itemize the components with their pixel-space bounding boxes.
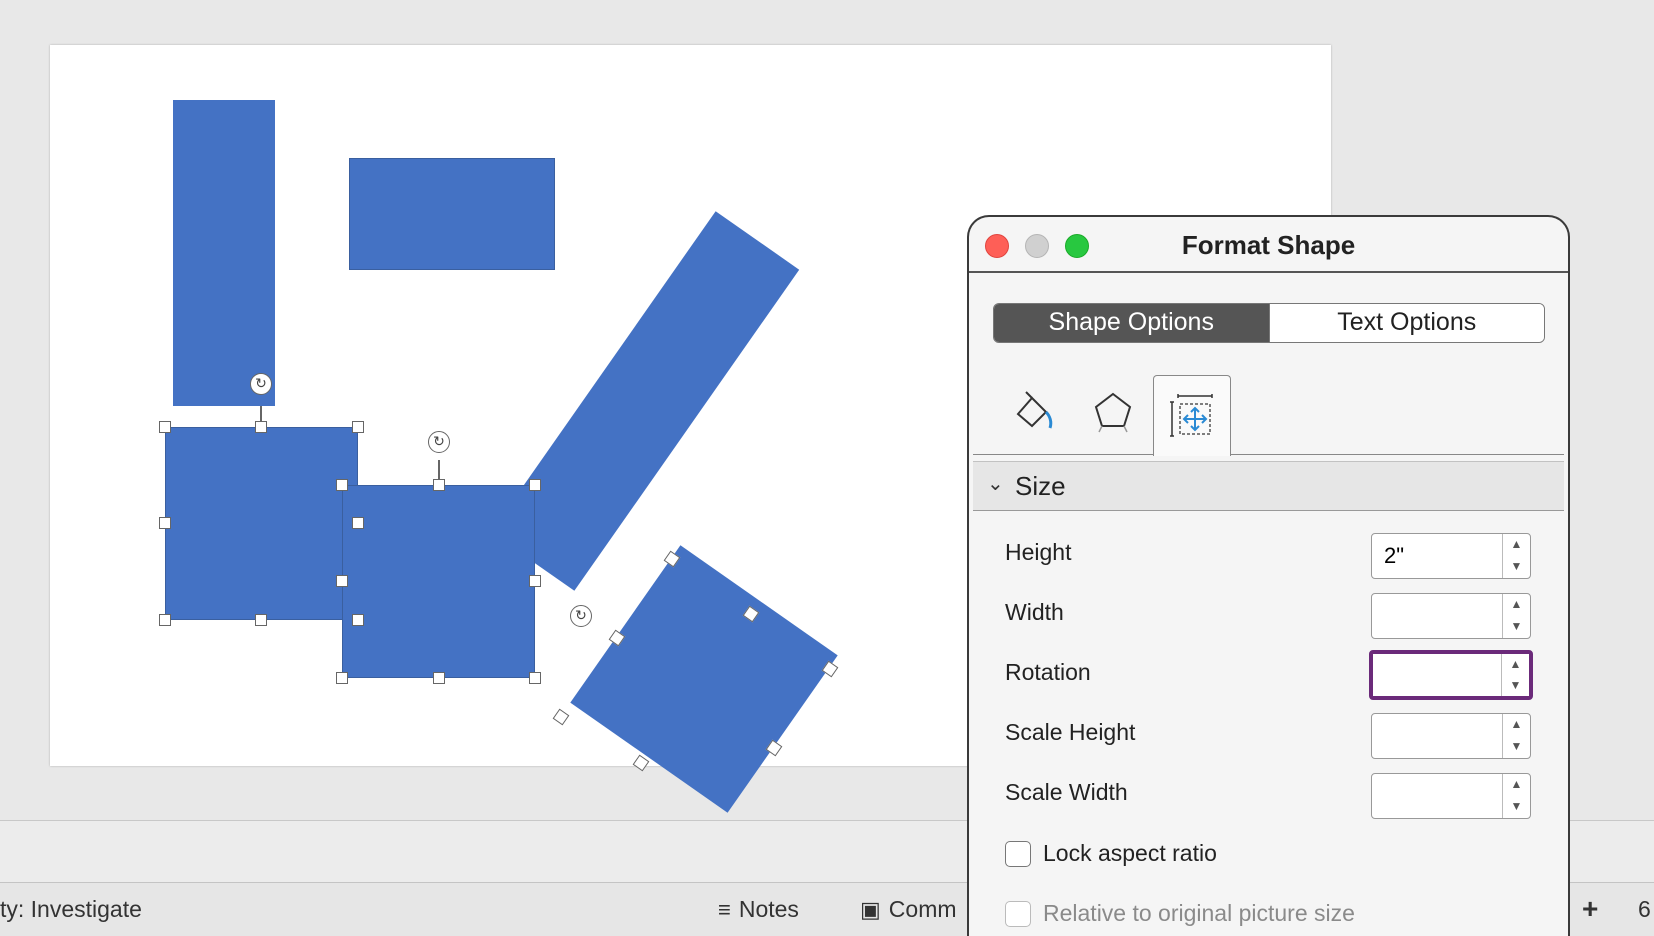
height-label: Height xyxy=(1005,539,1072,565)
tab-shape-options[interactable]: Shape Options xyxy=(994,304,1269,342)
relative-original-checkbox xyxy=(1005,900,1031,927)
shape-wide-rectangle[interactable] xyxy=(349,158,555,270)
options-segmented-control: Shape Options Text Options xyxy=(993,303,1545,343)
resize-handle[interactable] xyxy=(336,672,348,684)
width-stepper-arrows: ▲ ▼ xyxy=(1502,594,1530,638)
resize-handle[interactable] xyxy=(352,421,364,433)
resize-handle[interactable] xyxy=(255,614,267,626)
resize-handle[interactable] xyxy=(352,517,364,529)
accessibility-status[interactable]: ty: Investigate xyxy=(0,896,142,923)
rotate-handle-icon[interactable]: ↻ xyxy=(250,373,272,395)
rotation-field[interactable] xyxy=(1373,654,1500,696)
shape-selected-square-2[interactable] xyxy=(342,485,535,678)
decrement-icon[interactable]: ▼ xyxy=(1503,796,1530,818)
scale-height-field[interactable] xyxy=(1372,714,1499,758)
resize-handle[interactable] xyxy=(336,575,348,587)
section-title: Size xyxy=(1015,471,1066,501)
rotate-handle-icon[interactable]: ↻ xyxy=(428,431,450,453)
zoom-in-button[interactable]: + xyxy=(1582,893,1598,925)
notes-icon: ≡ xyxy=(718,896,731,922)
lock-aspect-ratio-label[interactable]: Lock aspect ratio xyxy=(1043,840,1217,867)
lock-aspect-ratio-checkbox[interactable] xyxy=(1005,840,1031,867)
scale-height-stepper-arrows: ▲ ▼ xyxy=(1502,714,1530,758)
decrement-icon[interactable]: ▼ xyxy=(1503,556,1530,578)
comment-icon: ▣ xyxy=(860,896,881,922)
scale-width-stepper: ▲ ▼ xyxy=(1371,773,1531,819)
resize-handle[interactable] xyxy=(529,672,541,684)
width-field[interactable] xyxy=(1372,594,1499,638)
divider xyxy=(973,453,1564,455)
increment-icon[interactable]: ▲ xyxy=(1503,714,1530,736)
resize-handle[interactable] xyxy=(255,421,267,433)
resize-handle[interactable] xyxy=(159,517,171,529)
effects-pentagon-icon[interactable] xyxy=(1085,383,1141,439)
decrement-icon[interactable]: ▼ xyxy=(1503,616,1530,638)
height-stepper: ▲ ▼ xyxy=(1371,533,1531,579)
shape-tall-rectangle[interactable] xyxy=(173,100,275,406)
height-field[interactable] xyxy=(1372,534,1499,578)
panel-title: Format Shape xyxy=(1181,230,1356,260)
increment-icon[interactable]: ▲ xyxy=(1502,654,1529,675)
fill-line-icon[interactable] xyxy=(1007,383,1063,439)
rotation-stepper: ▲ ▼ xyxy=(1369,650,1533,700)
category-icon-tabs xyxy=(969,375,1568,456)
panel-titlebar[interactable]: Format Shape xyxy=(969,217,1568,273)
relative-original-label: Relative to original picture size xyxy=(1043,900,1355,926)
shape-selected-square-1[interactable] xyxy=(165,427,358,620)
width-label: Width xyxy=(1005,599,1064,625)
increment-icon[interactable]: ▲ xyxy=(1503,594,1530,616)
lock-aspect-ratio-row: Lock aspect ratio xyxy=(1005,840,1217,867)
relative-original-row: Relative to original picture size xyxy=(1005,900,1355,927)
rotation-stepper-arrows: ▲ ▼ xyxy=(1501,654,1529,696)
decrement-icon[interactable]: ▼ xyxy=(1503,736,1530,758)
increment-icon[interactable]: ▲ xyxy=(1503,534,1530,556)
resize-handle[interactable] xyxy=(433,672,445,684)
size-section-header[interactable]: ⌄ Size xyxy=(973,461,1564,511)
resize-handle[interactable] xyxy=(529,479,541,491)
resize-handle[interactable] xyxy=(352,614,364,626)
resize-handle[interactable] xyxy=(159,421,171,433)
width-stepper: ▲ ▼ xyxy=(1371,593,1531,639)
increment-icon[interactable]: ▲ xyxy=(1503,774,1530,796)
resize-handle[interactable] xyxy=(552,708,570,726)
decrement-icon[interactable]: ▼ xyxy=(1502,675,1529,696)
format-shape-panel: Format Shape Shape Options Text Options xyxy=(967,215,1570,936)
scale-height-stepper: ▲ ▼ xyxy=(1371,713,1531,759)
rotation-label: Rotation xyxy=(1005,659,1091,685)
comments-label: Comm xyxy=(888,896,957,922)
size-properties-icon[interactable] xyxy=(1153,375,1231,456)
shape-rotated-square[interactable] xyxy=(570,545,838,813)
resize-handle[interactable] xyxy=(632,754,650,772)
resize-handle[interactable] xyxy=(159,614,171,626)
resize-handle[interactable] xyxy=(336,479,348,491)
resize-handle[interactable] xyxy=(433,479,445,491)
scale-height-label: Scale Height xyxy=(1005,719,1136,745)
rotate-handle-icon[interactable]: ↻ xyxy=(570,605,592,627)
resize-handle[interactable] xyxy=(529,575,541,587)
tab-text-options[interactable]: Text Options xyxy=(1268,304,1544,342)
notes-button[interactable]: ≡ Notes xyxy=(718,896,799,923)
chevron-down-icon: ⌄ xyxy=(987,473,1004,495)
height-stepper-arrows: ▲ ▼ xyxy=(1502,534,1530,578)
scale-width-stepper-arrows: ▲ ▼ xyxy=(1502,774,1530,818)
comments-button[interactable]: ▣ Comm xyxy=(860,896,957,923)
scale-width-label: Scale Width xyxy=(1005,779,1128,805)
scale-width-field[interactable] xyxy=(1372,774,1499,818)
zoom-level: 6 xyxy=(1638,896,1651,922)
notes-label: Notes xyxy=(738,896,799,922)
